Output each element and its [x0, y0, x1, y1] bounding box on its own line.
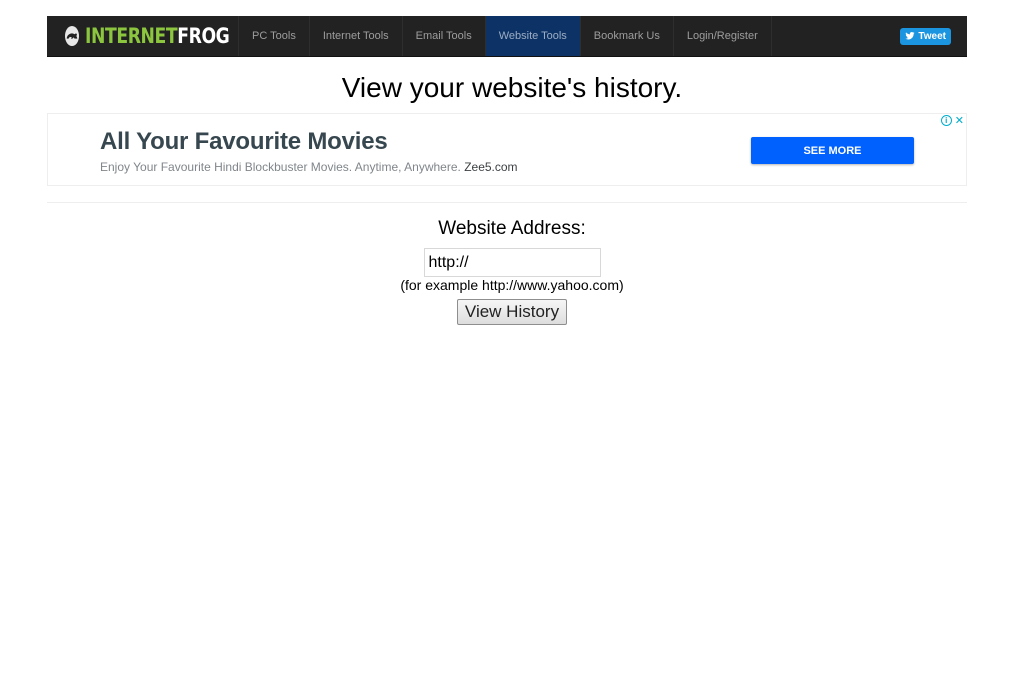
nav-item-login-register[interactable]: Login/Register — [672, 16, 772, 56]
website-address-label: Website Address: — [438, 218, 586, 239]
nav-item-email-tools[interactable]: Email Tools — [401, 16, 485, 56]
nav-item-internet-tools[interactable]: Internet Tools — [308, 16, 402, 56]
ad-banner[interactable]: All Your Favourite Movies Enjoy Your Fav… — [47, 113, 967, 186]
page-title: View your website's history. — [341, 72, 683, 103]
tweet-button[interactable]: Tweet — [900, 27, 951, 45]
ad-close-icon[interactable]: ✕ — [955, 115, 964, 127]
logo[interactable]: INTERNETFROG — [47, 16, 238, 56]
ad-controls: i ✕ — [940, 115, 964, 127]
website-address-input[interactable] — [423, 248, 601, 277]
twitter-bird-icon — [905, 32, 915, 40]
tweet-label: Tweet — [918, 30, 946, 42]
ad-info-icon[interactable]: i — [940, 115, 952, 126]
ad-domain[interactable]: Zee5.com — [464, 160, 517, 174]
frog-icon — [65, 26, 79, 46]
top-navbar: INTERNETFROG PC Tools Internet Tools Ema… — [47, 16, 967, 57]
logo-text-frog: FROG — [177, 24, 230, 48]
logo-text: INTERNETFROG — [85, 24, 230, 48]
nav-item-website-tools[interactable]: Website Tools — [484, 16, 580, 56]
ad-headline[interactable]: All Your Favourite Movies — [100, 128, 388, 156]
logo-text-internet: INTERNET — [85, 24, 178, 48]
nav-item-bookmark-us[interactable]: Bookmark Us — [579, 16, 673, 56]
example-hint: (for example http://www.yahoo.com) — [400, 277, 624, 293]
divider — [47, 202, 967, 203]
ad-description-text: Enjoy Your Favourite Hindi Blockbuster M… — [100, 160, 461, 174]
view-history-button[interactable]: View History — [456, 299, 568, 325]
ad-description: Enjoy Your Favourite Hindi Blockbuster M… — [100, 160, 518, 174]
nav-item-pc-tools[interactable]: PC Tools — [238, 16, 309, 56]
ad-see-more-button[interactable]: SEE MORE — [751, 137, 914, 164]
history-form: Website Address: (for example http://www… — [0, 218, 1024, 325]
